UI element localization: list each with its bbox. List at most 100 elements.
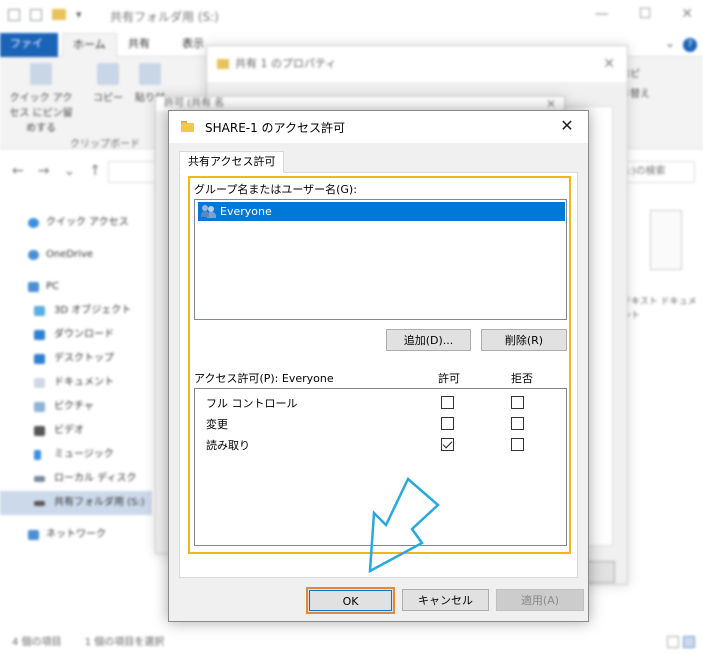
dialog-title: SHARE-1 のアクセス許可: [205, 121, 345, 135]
permission-row-read: 読み取り: [195, 434, 566, 454]
maximize-icon[interactable]: ☐: [639, 6, 652, 22]
nav-item-pc[interactable]: PC: [0, 275, 152, 299]
pc-icon: [28, 282, 39, 292]
nav-item-label: ドキュメント: [54, 377, 114, 388]
item-count: 4 個の項目: [12, 637, 62, 648]
annotation-arrow-icon: [368, 476, 440, 574]
nav-item-onedrive[interactable]: OneDrive: [0, 243, 152, 267]
folder-icon: [181, 121, 194, 132]
status-bar: 4 個の項目 1 個の項目を選択: [0, 630, 703, 655]
close-icon[interactable]: ✕: [681, 6, 693, 22]
forward-icon[interactable]: →: [38, 163, 64, 179]
pin-quick-access-button[interactable]: クイック アクセス にピン留めする: [6, 63, 76, 134]
nav-item-shared-drive[interactable]: 共有フォルダ用 (S:): [0, 491, 152, 515]
nav-item-videos[interactable]: ビデオ: [0, 419, 152, 443]
drive-icon: [34, 501, 45, 506]
allow-change-checkbox[interactable]: [441, 417, 454, 430]
nav-item-label: PC: [46, 281, 60, 292]
allow-full-control-checkbox[interactable]: [441, 396, 454, 409]
nav-item-desktop[interactable]: デスクトップ: [0, 347, 152, 371]
apply-button[interactable]: 適用(A): [496, 589, 584, 611]
ribbon-group-label: クリップボード: [70, 139, 140, 150]
video-icon: [34, 426, 45, 436]
back-icon[interactable]: ←: [12, 163, 38, 179]
copy-label: コピー: [93, 93, 123, 104]
properties-title: 共有 1 のプロパティ: [207, 46, 627, 82]
nav-item-local-disk[interactable]: ローカル ディスク (C:): [0, 467, 152, 508]
add-button[interactable]: 追加(D)...: [386, 329, 471, 351]
dialog-titlebar: SHARE-1 のアクセス許可 ✕: [169, 111, 588, 143]
folder-icon: [52, 9, 66, 20]
permission-name: 読み取り: [206, 439, 250, 452]
permissions-header: アクセス許可(P): Everyone 許可 拒否: [194, 370, 567, 388]
advanced-sharing-title: 許可 (共有 名: [156, 97, 564, 111]
cancel-button[interactable]: キャンセル: [402, 589, 489, 611]
text-document-icon[interactable]: [650, 210, 682, 270]
permission-row-change: 変更: [195, 413, 566, 433]
documents-icon: [34, 378, 45, 388]
users-group-icon: [201, 205, 217, 218]
tab-home[interactable]: ホーム: [62, 33, 117, 57]
explorer-titlebar: ▾ 共有フォルダ用 (S:) — ☐ ✕: [0, 0, 703, 32]
nav-item-label: 3D オブジェクト: [54, 305, 132, 316]
deny-change-checkbox[interactable]: [511, 417, 524, 430]
nav-item-label: ミュージック: [54, 449, 114, 460]
nav-item-label: クイック アクセス: [46, 217, 129, 228]
nav-item-pictures[interactable]: ピクチャ: [0, 395, 152, 419]
details-view-icon[interactable]: [667, 636, 679, 648]
nav-item-quick-access[interactable]: クイック アクセス: [0, 211, 152, 235]
checkmark-doc-icon[interactable]: [30, 8, 42, 21]
nav-item-label: ビデオ: [54, 425, 84, 436]
desktop-icon: [34, 354, 45, 364]
ok-button[interactable]: OK: [306, 587, 395, 614]
tab-file[interactable]: ファイル: [0, 33, 58, 72]
allow-read-checkbox[interactable]: [441, 438, 454, 451]
nav-item-label: デスクトップ: [54, 353, 114, 364]
nav-item-documents[interactable]: ドキュメント: [0, 371, 152, 395]
nav-item-label: ピクチャ: [54, 401, 94, 412]
close-icon[interactable]: ✕: [546, 97, 556, 111]
close-icon[interactable]: ✕: [556, 115, 578, 137]
remove-button[interactable]: 削除(R): [481, 329, 567, 351]
expand-ribbon-icon[interactable]: ⌄: [665, 36, 675, 50]
tab-share-permissions[interactable]: 共有アクセス許可: [179, 151, 285, 173]
permission-row-full-control: フル コントロール: [195, 392, 566, 412]
deny-read-checkbox[interactable]: [511, 438, 524, 451]
folder-icon: [217, 59, 229, 69]
properties-icon[interactable]: [8, 8, 20, 21]
tab-share[interactable]: 共有: [118, 33, 160, 57]
minimize-icon[interactable]: —: [595, 6, 609, 22]
nav-item-3d-objects[interactable]: 3D オブジェクト: [0, 299, 152, 323]
qat-dropdown-icon[interactable]: ▾: [76, 8, 82, 21]
allow-column-header: 許可: [438, 372, 460, 385]
close-icon[interactable]: ✕: [603, 56, 615, 72]
selected-count: 1 個の項目を選択: [84, 637, 165, 648]
deny-column-header: 拒否: [511, 372, 533, 385]
file-name[interactable]: テキスト ドキュメント: [622, 295, 702, 323]
paste-icon: [139, 63, 161, 85]
help-icon[interactable]: ?: [683, 38, 697, 52]
star-icon: [28, 218, 39, 228]
list-item-everyone[interactable]: Everyone: [198, 202, 565, 221]
navigation-pane: クイック アクセス OneDrive PC 3D オブジェクト ダウンロード デ…: [0, 205, 152, 625]
disk-icon: [34, 476, 45, 482]
download-icon: [34, 330, 45, 340]
group-users-list[interactable]: Everyone: [194, 199, 567, 320]
nav-item-label: ダウンロード: [54, 329, 114, 340]
nav-item-network[interactable]: ネットワーク: [0, 523, 152, 547]
nav-arrows: ←→⌄↑: [12, 163, 115, 179]
nav-item-music[interactable]: ミュージック: [0, 443, 152, 467]
deny-full-control-checkbox[interactable]: [511, 396, 524, 409]
music-icon: [34, 450, 41, 460]
dropdown-icon[interactable]: ⌄: [63, 163, 89, 179]
pin-icon: [30, 63, 52, 85]
nav-item-label: ネットワーク: [46, 529, 106, 540]
nav-item-label: 共有フォルダ用 (S:): [54, 497, 145, 508]
permission-name: 変更: [206, 418, 228, 431]
copy-button[interactable]: コピー: [88, 63, 128, 104]
nav-item-downloads[interactable]: ダウンロード: [0, 323, 152, 347]
permissions-label: アクセス許可(P): Everyone: [194, 372, 334, 385]
large-icons-view-icon[interactable]: [683, 636, 695, 648]
network-icon: [28, 530, 39, 540]
permission-name: フル コントロール: [206, 397, 298, 410]
